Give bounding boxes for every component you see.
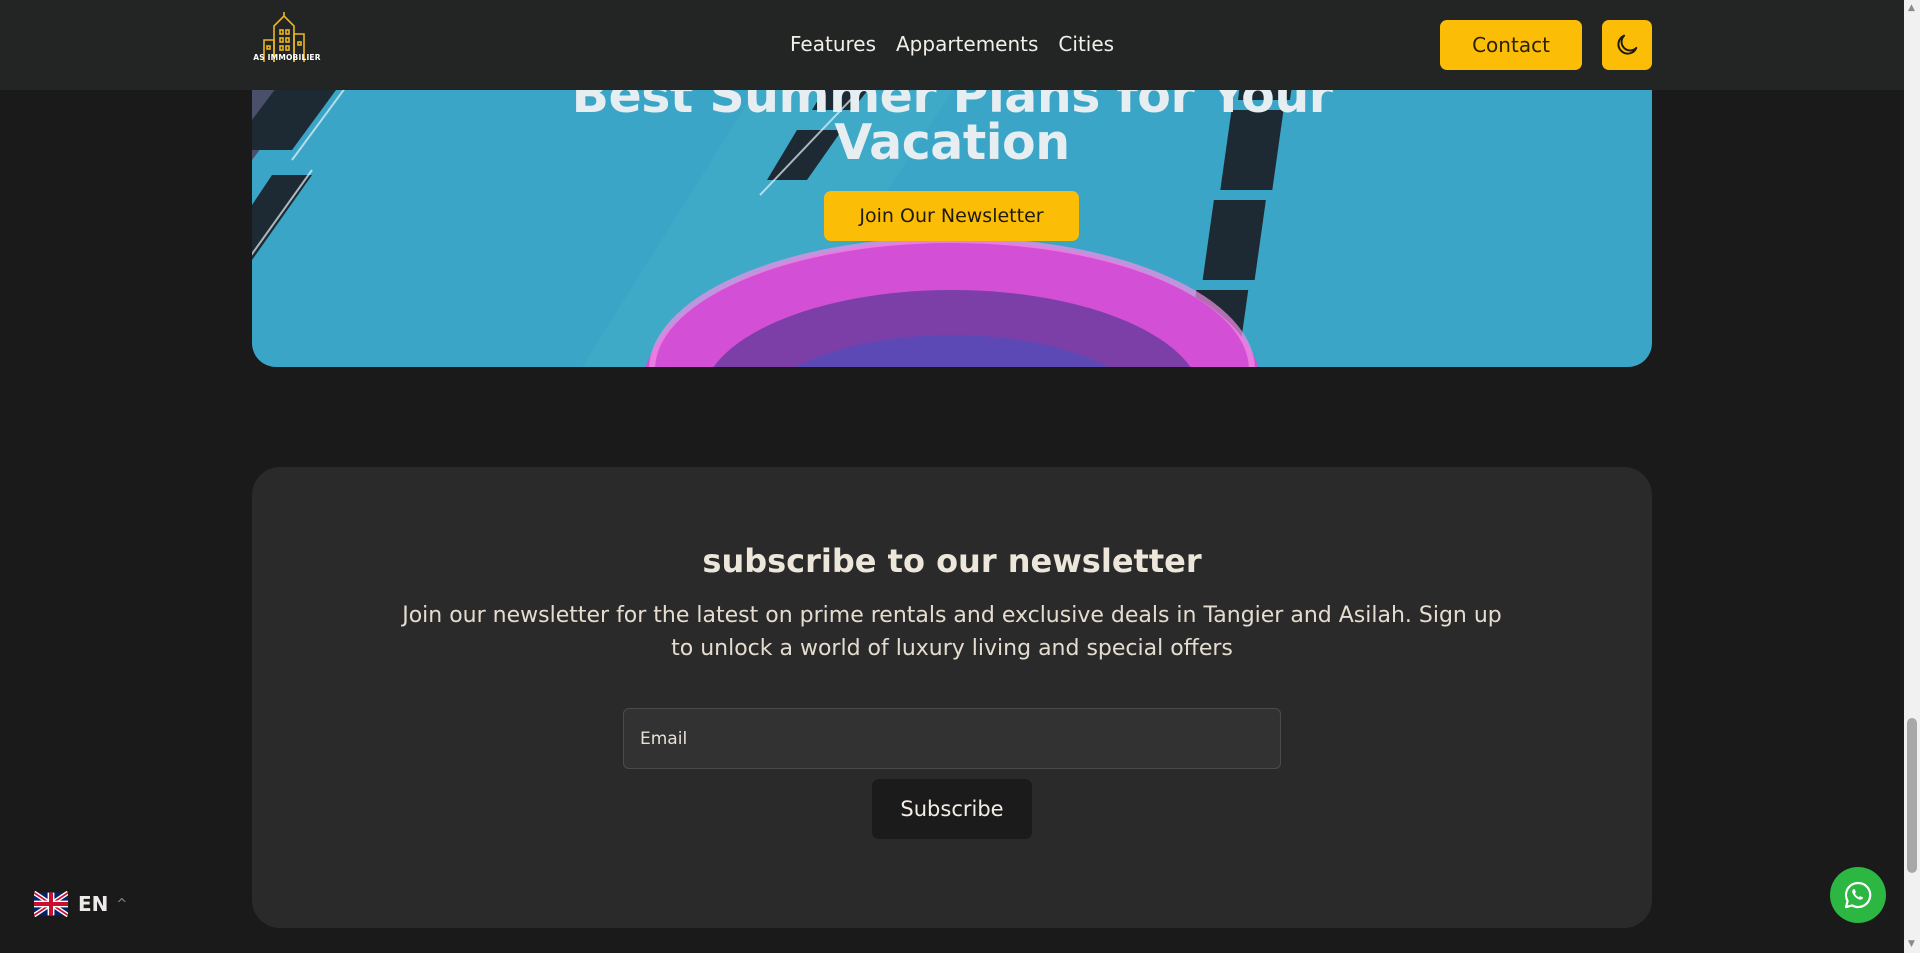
nav-features[interactable]: Features <box>790 30 876 58</box>
nav-cities[interactable]: Cities <box>1058 30 1114 58</box>
contact-button[interactable]: Contact <box>1440 20 1582 70</box>
language-code: EN <box>78 892 109 916</box>
whatsapp-button[interactable] <box>1830 867 1886 923</box>
top-navigation-bar: AS IMMOBILIER Features Appartements Citi… <box>0 0 1904 90</box>
uk-flag-icon <box>34 891 68 917</box>
whatsapp-icon <box>1844 881 1872 909</box>
email-input[interactable] <box>623 708 1281 769</box>
subscribe-button[interactable]: Subscribe <box>872 779 1032 839</box>
nav-appartements[interactable]: Appartements <box>896 30 1038 58</box>
scrollbar-thumb[interactable] <box>1907 718 1917 873</box>
logo-text: AS IMMOBILIER <box>253 53 321 62</box>
scroll-up-arrow-icon[interactable]: ▲ <box>1908 4 1915 13</box>
scroll-down-arrow-icon[interactable]: ▼ <box>1908 940 1915 949</box>
hero-title-line-2: Vacation <box>834 114 1070 171</box>
newsletter-card: subscribe to our newsletter Join our new… <box>252 467 1652 928</box>
join-newsletter-button[interactable]: Join Our Newsletter <box>824 191 1079 241</box>
page-scrollbar[interactable]: ▲ ▼ <box>1904 0 1920 953</box>
newsletter-title: subscribe to our newsletter <box>702 542 1202 580</box>
chevron-up-icon: ^ <box>116 896 128 912</box>
theme-toggle-button[interactable] <box>1602 20 1652 70</box>
main-nav: Features Appartements Cities <box>790 30 1114 58</box>
building-logo-icon[interactable] <box>252 12 322 72</box>
newsletter-description: Join our newsletter for the latest on pr… <box>402 603 1502 661</box>
language-selector[interactable]: EN ^ <box>34 891 127 917</box>
moon-icon <box>1617 34 1638 55</box>
